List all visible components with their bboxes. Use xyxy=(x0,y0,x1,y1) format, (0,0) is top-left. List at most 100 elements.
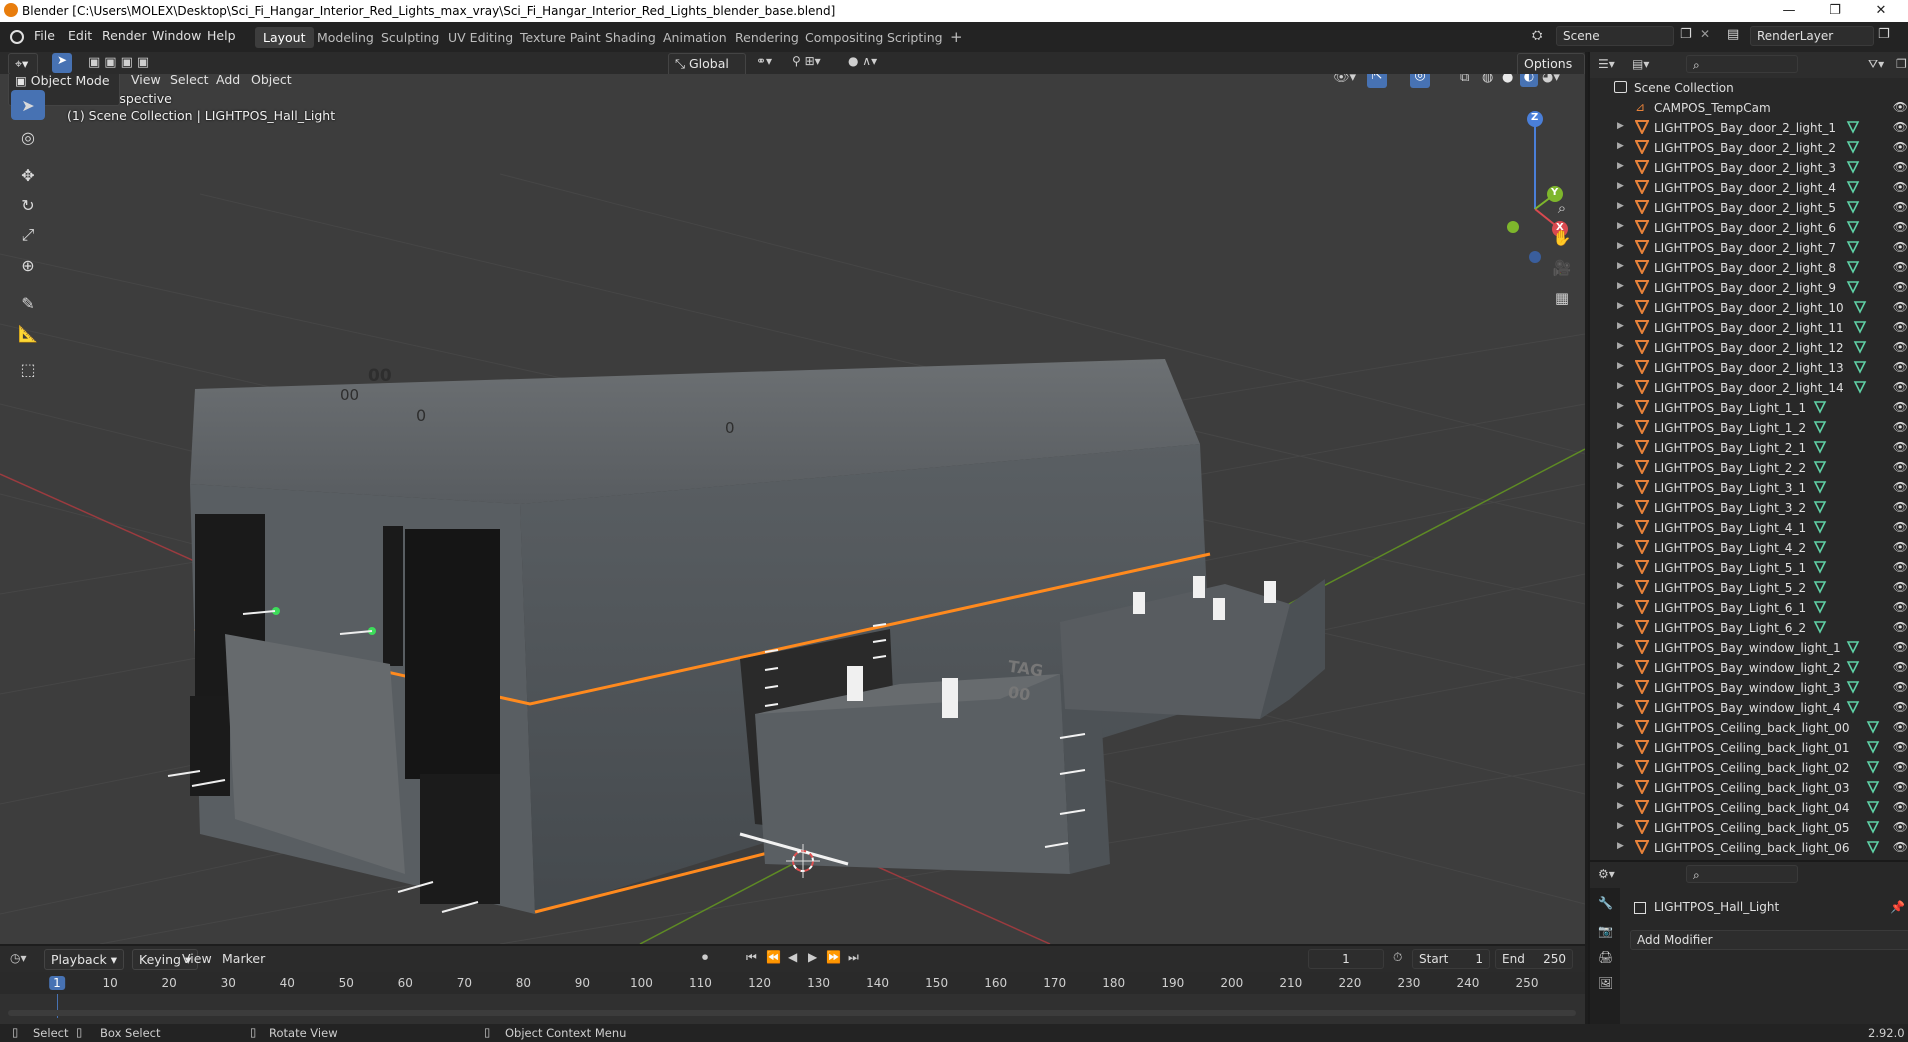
eye-icon[interactable]: 👁 xyxy=(1893,580,1908,594)
outliner-item[interactable]: ▶ LIGHTPOS_Bay_door_2_light_7 👁 xyxy=(1590,238,1908,258)
modifier-icon[interactable] xyxy=(1813,460,1827,474)
expand-arrow-icon[interactable]: ▶ xyxy=(1617,461,1624,471)
playback-menu[interactable]: Playback ▾ xyxy=(44,949,125,970)
expand-arrow-icon[interactable]: ▶ xyxy=(1617,501,1624,511)
modifier-icon[interactable] xyxy=(1846,200,1860,214)
outliner-item[interactable]: ▶ LIGHTPOS_Bay_Light_1_2 👁 xyxy=(1590,418,1908,438)
scale-tool[interactable]: ⤢ xyxy=(11,220,45,250)
tab-uv-editing[interactable]: UV Editing xyxy=(440,27,521,48)
eye-icon[interactable]: 👁 xyxy=(1893,100,1908,114)
expand-arrow-icon[interactable]: ▶ xyxy=(1617,281,1624,291)
modifier-icon[interactable] xyxy=(1853,300,1867,314)
modifier-icon[interactable] xyxy=(1813,500,1827,514)
expand-arrow-icon[interactable]: ▶ xyxy=(1617,741,1624,751)
expand-arrow-icon[interactable]: ▶ xyxy=(1617,261,1624,271)
eye-icon[interactable]: 👁 xyxy=(1893,440,1908,454)
modifier-icon[interactable] xyxy=(1846,120,1860,134)
outliner-item[interactable]: ▶ LIGHTPOS_Bay_Light_3_1 👁 xyxy=(1590,478,1908,498)
outliner-item[interactable]: ▶ LIGHTPOS_Bay_Light_4_2 👁 xyxy=(1590,538,1908,558)
outliner-item[interactable]: ▶ LIGHTPOS_Bay_door_2_light_6 👁 xyxy=(1590,218,1908,238)
new-renderlayer-icon[interactable]: ❐ xyxy=(1878,27,1890,42)
outliner-item[interactable]: ▶ LIGHTPOS_Bay_Light_3_2 👁 xyxy=(1590,498,1908,518)
eye-icon[interactable]: 👁 xyxy=(1893,840,1908,854)
expand-arrow-icon[interactable]: ▶ xyxy=(1617,541,1624,551)
expand-arrow-icon[interactable]: ▶ xyxy=(1617,401,1624,411)
modifier-icon[interactable] xyxy=(1846,280,1860,294)
eye-icon[interactable]: 👁 xyxy=(1893,600,1908,614)
view-layer-tab-icon[interactable]: 🖼 xyxy=(1598,976,1613,990)
rotate-tool[interactable]: ↻ xyxy=(11,190,45,220)
outliner-item[interactable]: ▶ LIGHTPOS_Ceiling_back_light_02 👁 xyxy=(1590,758,1908,778)
expand-arrow-icon[interactable]: ▶ xyxy=(1617,801,1624,811)
tab-modeling[interactable]: Modeling xyxy=(309,27,382,48)
properties-editor-icon[interactable]: ⚙▾ xyxy=(1598,867,1615,881)
add-workspace-button[interactable]: + xyxy=(942,27,971,48)
eye-icon[interactable]: 👁 xyxy=(1893,540,1908,554)
expand-arrow-icon[interactable]: ▶ xyxy=(1617,201,1624,211)
annotate-tool[interactable]: ✎ xyxy=(11,288,45,318)
eye-icon[interactable]: 👁 xyxy=(1893,500,1908,514)
properties-panel[interactable]: ⚙▾ ⌕ 🔧 📷 🖨 🖼 LIGHTPOS_Hall_Light 📌 Add M… xyxy=(1588,860,1908,1026)
menu-help[interactable]: Help xyxy=(207,28,236,43)
new-collection-icon[interactable]: ❐ xyxy=(1896,57,1907,71)
measure-tool[interactable]: 📐 xyxy=(11,318,45,348)
eye-icon[interactable]: 👁 xyxy=(1893,680,1908,694)
eye-icon[interactable]: 👁 xyxy=(1893,400,1908,414)
menu-view[interactable]: View xyxy=(131,74,161,87)
outliner-item[interactable]: ▶ LIGHTPOS_Bay_door_2_light_10 👁 xyxy=(1590,298,1908,318)
menu-render[interactable]: Render xyxy=(102,28,147,43)
expand-arrow-icon[interactable]: ▶ xyxy=(1617,701,1624,711)
menu-add[interactable]: Add xyxy=(216,74,240,87)
viewport-scene[interactable] xyxy=(0,74,1585,944)
3d-viewport[interactable]: Z X Y 00 00 0 0 TAG 00 User Perspective … xyxy=(0,74,1585,944)
tool-tab-icon[interactable]: 🔧 xyxy=(1598,896,1613,910)
clock-icon[interactable]: ⏱ xyxy=(1393,950,1402,965)
expand-arrow-icon[interactable]: ▶ xyxy=(1617,621,1624,631)
expand-arrow-icon[interactable]: ▶ xyxy=(1617,221,1624,231)
eye-icon[interactable]: 👁 xyxy=(1893,380,1908,394)
eye-icon[interactable]: 👁 xyxy=(1893,780,1908,794)
select-mode-icons[interactable]: ▣▣▣▣ xyxy=(88,55,153,70)
modifier-icon[interactable] xyxy=(1846,240,1860,254)
move-tool[interactable]: ✥ xyxy=(11,160,45,190)
modifier-icon[interactable] xyxy=(1866,800,1880,814)
expand-arrow-icon[interactable]: ▶ xyxy=(1617,721,1624,731)
outliner-item[interactable]: ▶ LIGHTPOS_Bay_door_2_light_3 👁 xyxy=(1590,158,1908,178)
outliner-item[interactable]: ▶ LIGHTPOS_Bay_window_light_1 👁 xyxy=(1590,638,1908,658)
eye-icon[interactable]: 👁 xyxy=(1893,460,1908,474)
outliner-item[interactable]: ▶ LIGHTPOS_Bay_door_2_light_1 👁 xyxy=(1590,118,1908,138)
expand-arrow-icon[interactable]: ▶ xyxy=(1617,161,1624,171)
outliner-item[interactable]: ▶ LIGHTPOS_Ceiling_back_light_05 👁 xyxy=(1590,818,1908,838)
eye-icon[interactable]: 👁 xyxy=(1893,560,1908,574)
expand-arrow-icon[interactable]: ▶ xyxy=(1617,481,1624,491)
wireframe-shading-icon[interactable]: ◍ xyxy=(1482,74,1493,85)
start-frame-field[interactable]: Start 1 xyxy=(1412,949,1490,969)
eye-icon[interactable]: 👁 xyxy=(1893,180,1908,194)
outliner-search-input[interactable]: ⌕ xyxy=(1686,55,1798,73)
eye-icon[interactable]: 👁 xyxy=(1893,660,1908,674)
modifier-icon[interactable] xyxy=(1866,780,1880,794)
solid-shading-icon[interactable]: ● xyxy=(1502,74,1513,85)
outliner-scene-collection[interactable]: Scene Collection xyxy=(1590,78,1908,98)
minimize-button[interactable]: — xyxy=(1766,0,1812,22)
timeline-view-menu[interactable]: View xyxy=(182,951,212,966)
modifier-icon[interactable] xyxy=(1813,480,1827,494)
expand-arrow-icon[interactable]: ▶ xyxy=(1617,121,1624,131)
eye-icon[interactable]: 👁 xyxy=(1893,360,1908,374)
outliner-item[interactable]: ▶ LIGHTPOS_Bay_Light_4_1 👁 xyxy=(1590,518,1908,538)
expand-arrow-icon[interactable]: ▶ xyxy=(1617,181,1624,191)
modifier-icon[interactable] xyxy=(1853,380,1867,394)
expand-arrow-icon[interactable]: ▶ xyxy=(1617,761,1624,771)
render-tab-icon[interactable]: 📷 xyxy=(1598,924,1613,938)
blender-menu-icon[interactable] xyxy=(10,30,24,44)
new-scene-icon[interactable]: ❐ xyxy=(1680,27,1692,42)
modifier-icon[interactable] xyxy=(1846,680,1860,694)
modifier-icon[interactable] xyxy=(1853,360,1867,374)
tab-scripting[interactable]: Scripting xyxy=(879,27,951,48)
outliner-item[interactable]: ▶ LIGHTPOS_Ceiling_back_light_01 👁 xyxy=(1590,738,1908,758)
select-tool-icon[interactable]: ➤ xyxy=(52,53,72,73)
visibility-icon[interactable]: 👁▾ xyxy=(1333,74,1356,85)
expand-arrow-icon[interactable]: ▶ xyxy=(1617,361,1624,371)
play-reverse-icon[interactable]: ◀ xyxy=(788,950,797,964)
next-keyframe-icon[interactable]: ⏩ xyxy=(826,950,841,964)
